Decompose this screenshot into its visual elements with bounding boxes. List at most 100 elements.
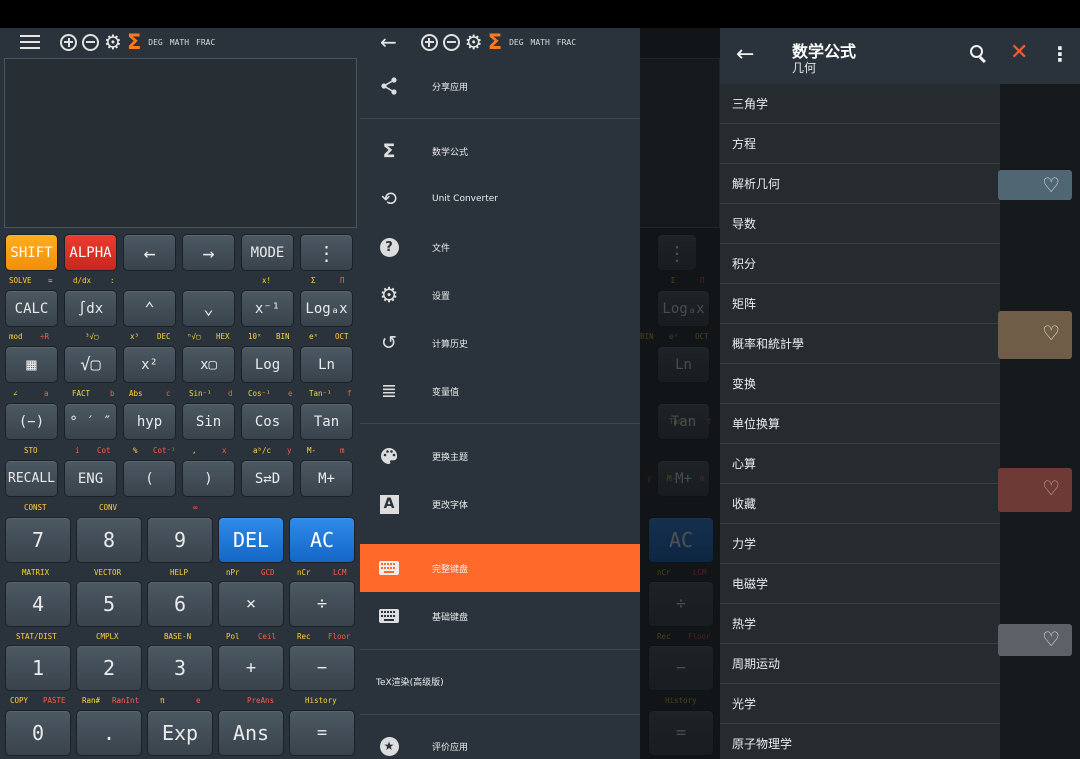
close-paren-key[interactable]: ) <box>182 460 235 497</box>
list-item[interactable]: 变换 <box>720 364 1000 404</box>
drawer-item-settings[interactable]: ⚙ 设置 <box>360 271 640 319</box>
angle-mode[interactable]: DEG <box>148 38 162 47</box>
shift-key[interactable]: SHIFT <box>5 234 58 271</box>
divide-key[interactable]: ÷ <box>289 581 355 627</box>
list-item[interactable]: 电磁学 <box>720 564 1000 604</box>
angle-mode[interactable]: DEG <box>509 38 523 47</box>
open-paren-key[interactable]: ( <box>123 460 176 497</box>
cursor-down-key[interactable]: ⌄ <box>182 290 235 327</box>
dms-key[interactable]: ° ′ ″ <box>64 403 117 440</box>
list-item[interactable]: 概率和統計學 <box>720 324 1000 364</box>
alpha-key[interactable]: ALPHA <box>64 234 117 271</box>
digit-9-key[interactable]: 9 <box>147 517 213 563</box>
list-item[interactable]: 三角学 <box>720 84 1000 124</box>
list-item[interactable]: 积分 <box>720 244 1000 284</box>
list-item[interactable]: 导数 <box>720 204 1000 244</box>
recall-key[interactable]: RECALL <box>5 460 58 497</box>
overflow-menu-icon[interactable]: ⋮ <box>1050 42 1070 66</box>
digit-0-key[interactable]: 0 <box>5 710 71 756</box>
sigma-icon[interactable]: Σ <box>488 32 502 53</box>
cursor-right-key[interactable]: → <box>182 234 235 271</box>
equals-key[interactable]: = <box>289 710 355 756</box>
scrim-overlay[interactable] <box>640 28 720 759</box>
log-base-key[interactable]: Logₐx <box>300 290 353 327</box>
fraction-mode[interactable]: FRAC <box>557 38 576 47</box>
more-key[interactable]: ⋮ <box>300 234 353 271</box>
cursor-up-key[interactable]: ⌃ <box>123 290 176 327</box>
search-icon[interactable] <box>970 45 988 63</box>
minus-key[interactable]: − <box>289 645 355 691</box>
input-mode[interactable]: MATH <box>531 38 550 47</box>
sin-key[interactable]: Sin <box>182 403 235 440</box>
cos-key[interactable]: Cos <box>241 403 294 440</box>
exp-key[interactable]: Exp <box>147 710 213 756</box>
fraction-mode[interactable]: FRAC <box>196 38 215 47</box>
list-item[interactable]: 周期运动 <box>720 644 1000 684</box>
drawer-item-formulas[interactable]: Σ 数学公式 <box>360 127 640 175</box>
list-item[interactable]: 方程 <box>720 124 1000 164</box>
heart-icon[interactable]: ♡ <box>1042 476 1060 500</box>
list-item[interactable]: 单位换算 <box>720 404 1000 444</box>
digit-1-key[interactable]: 1 <box>5 645 71 691</box>
drawer-item-font[interactable]: A 更改字体 <box>360 480 640 528</box>
cursor-left-key[interactable]: ← <box>123 234 176 271</box>
drawer-item-full-keyboard[interactable]: 完整键盘 <box>360 544 640 592</box>
drawer-item-tex-render[interactable]: TeX渲染(高级版) <box>360 657 640 705</box>
list-item[interactable]: 光学 <box>720 684 1000 724</box>
drawer-item-basic-keyboard[interactable]: 基础键盘 <box>360 592 640 640</box>
digit-4-key[interactable]: 4 <box>5 581 71 627</box>
integral-key[interactable]: ∫dx <box>64 290 117 327</box>
drawer-item-file[interactable]: ? 文件 <box>360 223 640 271</box>
digit-8-key[interactable]: 8 <box>76 517 142 563</box>
digit-5-key[interactable]: 5 <box>76 581 142 627</box>
gear-icon[interactable]: ⚙ <box>104 32 122 52</box>
tan-key[interactable]: Tan <box>300 403 353 440</box>
close-icon[interactable]: ✕ <box>1010 40 1028 65</box>
eng-key[interactable]: ENG <box>64 460 117 497</box>
back-arrow-icon[interactable]: ← <box>736 42 754 67</box>
list-item[interactable]: 收藏 <box>720 484 1000 524</box>
digit-3-key[interactable]: 3 <box>147 645 213 691</box>
remove-icon[interactable] <box>442 33 460 51</box>
ans-key[interactable]: Ans <box>218 710 284 756</box>
mode-key[interactable]: MODE <box>241 234 294 271</box>
ln-key[interactable]: Ln <box>300 346 353 383</box>
log-key[interactable]: Log <box>241 346 294 383</box>
heart-icon[interactable]: ♡ <box>1042 627 1060 651</box>
sqrt-key[interactable]: √▢ <box>64 346 117 383</box>
input-mode[interactable]: MATH <box>170 38 189 47</box>
multiply-key[interactable]: × <box>218 581 284 627</box>
list-item[interactable]: 原子物理学 <box>720 724 1000 759</box>
sigma-icon[interactable]: Σ <box>127 32 141 53</box>
digit-2-key[interactable]: 2 <box>76 645 142 691</box>
negate-key[interactable]: (−) <box>5 403 58 440</box>
add-icon[interactable] <box>60 33 77 51</box>
back-arrow-icon[interactable]: ← <box>380 30 397 54</box>
gear-icon[interactable]: ⚙ <box>465 32 483 52</box>
digit-6-key[interactable]: 6 <box>147 581 213 627</box>
matrix-fraction-key[interactable]: ▦ <box>5 346 58 383</box>
heart-icon[interactable]: ♡ <box>1042 321 1060 345</box>
all-clear-key[interactable]: AC <box>289 517 355 563</box>
drawer-item-share[interactable]: 分享应用 <box>360 62 640 110</box>
drawer-item-theme[interactable]: 更换主题 <box>360 432 640 480</box>
decimal-key[interactable]: . <box>76 710 142 756</box>
list-item[interactable]: 力学 <box>720 524 1000 564</box>
list-item[interactable]: 热学 <box>720 604 1000 644</box>
power-key[interactable]: x▢ <box>182 346 235 383</box>
list-item[interactable]: 矩阵 <box>720 284 1000 324</box>
heart-icon[interactable]: ♡ <box>1042 173 1060 197</box>
list-item[interactable]: 解析几何 <box>720 164 1000 204</box>
digit-7-key[interactable]: 7 <box>5 517 71 563</box>
hyp-key[interactable]: hyp <box>123 403 176 440</box>
remove-icon[interactable] <box>82 33 99 51</box>
reciprocal-key[interactable]: x⁻¹ <box>241 290 294 327</box>
menu-icon[interactable] <box>20 35 40 49</box>
sd-key[interactable]: S⇄D <box>241 460 294 497</box>
calculator-display[interactable] <box>4 58 357 228</box>
plus-key[interactable]: + <box>218 645 284 691</box>
drawer-item-unit-converter[interactable]: ⟲ Unit Converter <box>360 175 640 223</box>
square-key[interactable]: x² <box>123 346 176 383</box>
mplus-key[interactable]: M+ <box>300 460 353 497</box>
drawer-item-variables[interactable]: ≣ 变量值 <box>360 367 640 415</box>
